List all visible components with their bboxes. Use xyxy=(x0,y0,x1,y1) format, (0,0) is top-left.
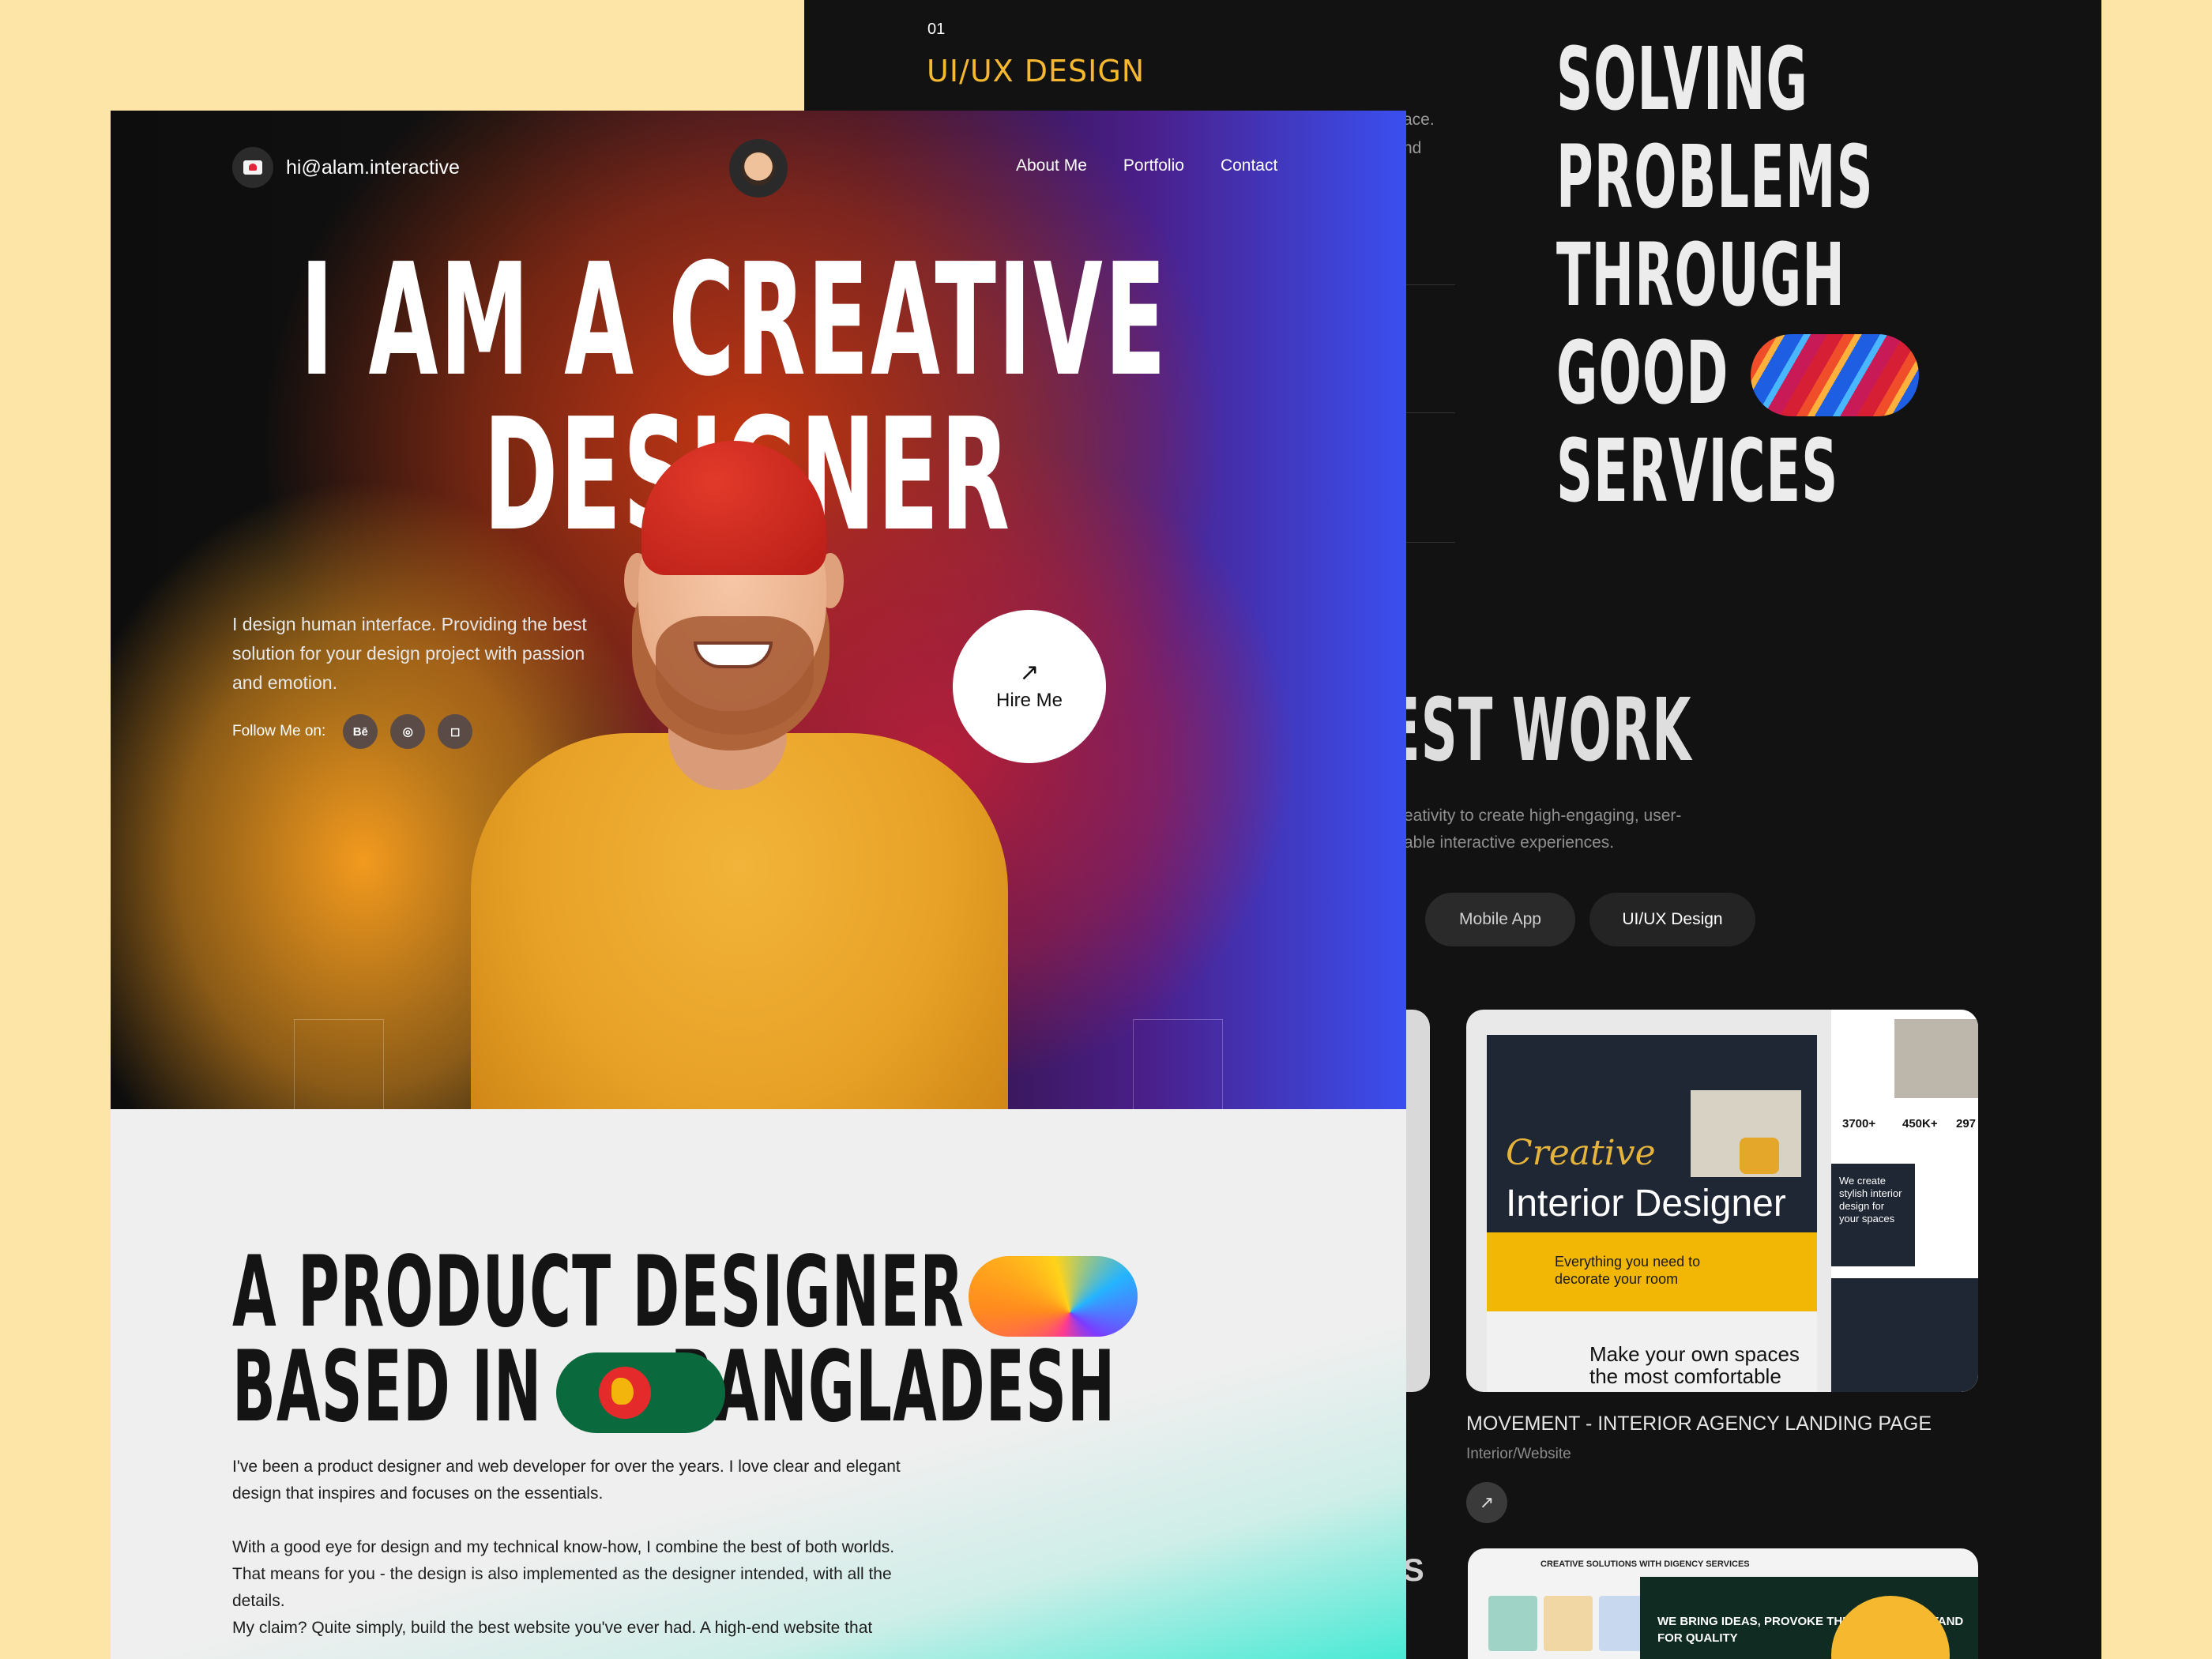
about-paragraph: My claim? Quite simply, build the best w… xyxy=(232,1619,873,1637)
avatar[interactable] xyxy=(729,139,788,198)
mail-heart-icon xyxy=(232,147,273,188)
project-card-digency[interactable]: CREATIVE SOLUTIONS WITH DIGENCY SERVICES… xyxy=(1468,1548,1978,1659)
decorative-frame xyxy=(1133,1019,1223,1109)
mock-creative-text: Creative xyxy=(1506,1133,1656,1173)
about-title-based: BASED IN xyxy=(232,1330,543,1444)
tagline-line: SOLVING xyxy=(1556,28,1809,130)
desc-line: reativity to create high-engaging, user- xyxy=(1398,807,1682,825)
desc-line: rable interactive experiences. xyxy=(1398,833,1615,852)
beard xyxy=(656,616,814,735)
mock-stat: 297 xyxy=(1956,1117,1977,1130)
follow-label: Follow Me on: xyxy=(232,723,326,739)
tagline-line: SERVICES xyxy=(1556,420,1839,521)
mock-yellow-band: Everything you need to decorate your roo… xyxy=(1487,1232,1817,1311)
behance-icon[interactable]: Bē xyxy=(343,714,378,749)
mock-header-text: CREATIVE SOLUTIONS WITH DIGENCY SERVICES xyxy=(1540,1559,1750,1569)
tagline-line: THROUGH xyxy=(1556,224,1845,325)
bangladesh-flag-icon xyxy=(556,1352,725,1433)
mock-yellow-text: Everything you need to decorate your roo… xyxy=(1555,1254,1701,1287)
tagline-heading: SOLVING PROBLEMS THROUGH GOOD SERVICES xyxy=(1556,30,1874,520)
email-text: hi@alam.interactive xyxy=(286,156,460,179)
abstract-3d-pill xyxy=(969,1256,1138,1337)
nav-about-me[interactable]: About Me xyxy=(1016,156,1087,175)
about-title-country: BANGLADESH xyxy=(670,1330,1116,1444)
mock-light-text: Make your own spaces the most comfortabl… xyxy=(1589,1342,1800,1388)
mock-tile xyxy=(1488,1596,1537,1651)
project-category: Interior/Website xyxy=(1466,1446,1571,1462)
main-nav: About Me Portfolio Contact xyxy=(1016,156,1277,175)
about-paragraph: With a good eye for design and my techni… xyxy=(232,1538,895,1610)
mock-tile xyxy=(1544,1596,1593,1651)
mock-side-panel: 3700+ 450K+ 297 We create stylish interi… xyxy=(1831,1010,1978,1392)
mock-light-band: Make your own spaces the most comfortabl… xyxy=(1487,1311,1817,1392)
yellow-sweater xyxy=(471,733,1008,1109)
mock-stat: 450K+ xyxy=(1902,1117,1938,1130)
service-index: 01 xyxy=(927,21,946,38)
mock-stat: 3700+ xyxy=(1842,1117,1876,1130)
hire-me-button[interactable]: ↗ Hire Me xyxy=(953,610,1106,763)
service-divider xyxy=(1403,542,1455,543)
service-text-fragment: ace. xyxy=(1403,111,1435,129)
arrow-up-right-icon: ↗ xyxy=(1019,660,1040,686)
service-divider xyxy=(1403,412,1455,413)
best-work-description: reativity to create high-engaging, user-… xyxy=(1398,803,1809,856)
decorative-frame xyxy=(294,1019,384,1109)
dribbble-icon[interactable]: ◎ xyxy=(390,714,426,749)
filter-mobile-app[interactable]: Mobile App xyxy=(1425,893,1575,946)
hero-section: I AM A CREATIVE DESIGNER hi@alam.interac… xyxy=(111,111,1406,1109)
instagram-icon[interactable]: ◻ xyxy=(438,714,473,749)
project-card-movement[interactable]: Creative Interior Designer Everything yo… xyxy=(1466,1010,1978,1392)
mock-side-dark-box: We create stylish interior design for yo… xyxy=(1831,1164,1915,1266)
red-beanie xyxy=(641,441,826,575)
abstract-texture-pill xyxy=(1751,334,1919,416)
mock-chair-image xyxy=(1740,1138,1779,1174)
nav-contact[interactable]: Contact xyxy=(1221,156,1277,175)
portfolio-landing-page: I AM A CREATIVE DESIGNER hi@alam.interac… xyxy=(111,111,1406,1659)
best-work-heading: EST WORK xyxy=(1386,679,1692,781)
tagline-line: PROBLEMS xyxy=(1556,126,1874,228)
service-divider xyxy=(1403,284,1455,285)
edge-letter: S xyxy=(1403,1553,1424,1588)
mock-side-dark-box xyxy=(1831,1278,1978,1392)
filter-uiux-design[interactable]: UI/UX Design xyxy=(1589,893,1755,946)
mock-side-photo xyxy=(1894,1019,1978,1098)
hire-me-label: Hire Me xyxy=(995,690,1063,711)
about-title-line1: A PRODUCT DESIGNER xyxy=(232,1236,965,1349)
arrow-up-right-icon[interactable]: ↗ xyxy=(1466,1482,1507,1523)
project-title[interactable]: MOVEMENT - INTERIOR AGENCY LANDING PAGE xyxy=(1466,1413,1932,1435)
mock-side-text: We create stylish interior design for yo… xyxy=(1839,1175,1902,1224)
mock-interior-designer-text: Interior Designer xyxy=(1506,1183,1786,1224)
nav-portfolio[interactable]: Portfolio xyxy=(1123,156,1184,175)
social-follow: Follow Me on: Bē ◎ ◻ xyxy=(232,714,473,749)
hero-description: I design human interface. Providing the … xyxy=(232,614,587,693)
about-paragraph: I've been a product designer and web dev… xyxy=(232,1458,901,1503)
email-link[interactable]: hi@alam.interactive xyxy=(232,147,460,188)
service-title[interactable]: UI/UX DESIGN xyxy=(927,54,1145,88)
